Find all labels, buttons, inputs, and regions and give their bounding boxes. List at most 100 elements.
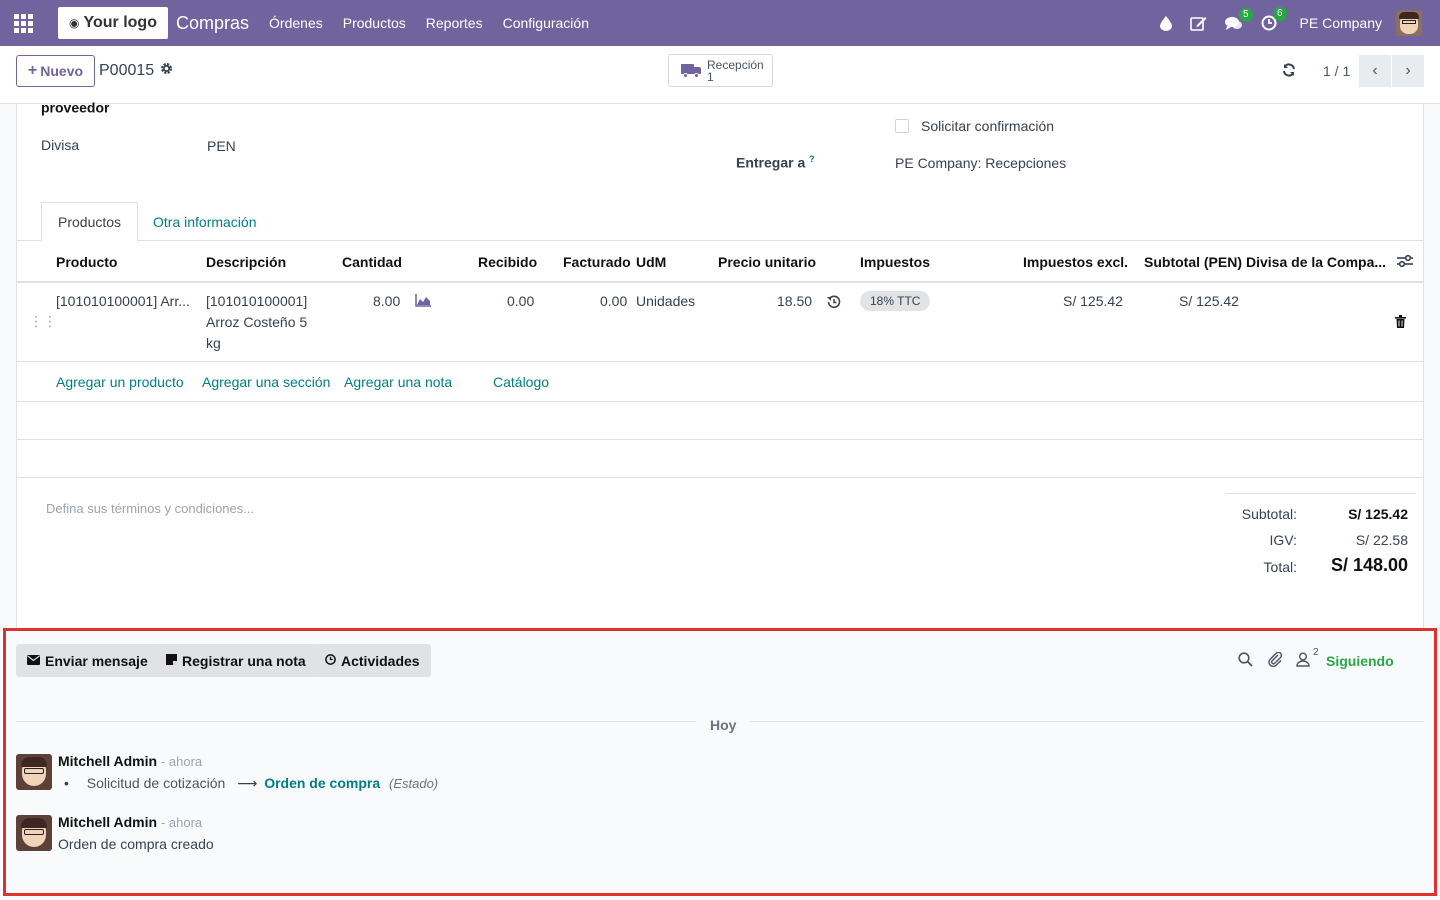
add-product-link[interactable]: Agregar un producto [56, 374, 184, 390]
deliver-to-field[interactable]: PE Company: Recepciones [895, 155, 1066, 171]
form-sheet: proveedor Divisa PEN Solicitar confirmac… [16, 100, 1424, 628]
pager-value[interactable]: 1 / 1 [1323, 63, 1350, 79]
empty-row [17, 402, 1423, 440]
column-header-producto[interactable]: Producto [56, 254, 117, 270]
cell-description-line1[interactable]: [101010100001] [206, 293, 307, 309]
tax-tag[interactable]: 18% TTC [860, 291, 931, 311]
notebook-tabs: Productos Otra información [17, 202, 1423, 242]
activities-badge: 6 [1272, 7, 1287, 21]
apps-menu-icon[interactable] [0, 0, 46, 46]
add-note-link[interactable]: Agregar una nota [344, 374, 452, 390]
user-avatar[interactable] [1396, 10, 1422, 36]
column-header-impuestos[interactable]: Impuestos [860, 254, 930, 270]
activities-icon[interactable]: 6 [1261, 7, 1287, 31]
column-header-precio-unitario[interactable]: Precio unitario [718, 254, 816, 270]
pager-previous-button[interactable]: ‹ [1359, 55, 1391, 87]
chevron-right-icon: › [1405, 62, 1411, 79]
column-header-cantidad[interactable]: Cantidad [342, 254, 402, 270]
arrow-right-icon: ⟶ [237, 775, 258, 791]
column-header-facturado[interactable]: Facturado [563, 254, 631, 270]
tracking-field-name: (Estado) [389, 776, 439, 791]
forecast-chart-icon[interactable] [415, 294, 431, 310]
column-header-recibido[interactable]: Recibido [478, 254, 537, 270]
cell-description-line2[interactable]: Arroz Costeño 5 [206, 314, 307, 330]
subtotal-label: Subtotal: [1241, 506, 1297, 522]
smart-button-count: 1 [707, 69, 714, 84]
cell-quantity[interactable]: 8.00 [373, 293, 400, 309]
gear-icon[interactable] [160, 62, 173, 78]
order-lines-header: Producto Descripción Cantidad Recibido F… [17, 241, 1423, 283]
tax-label: IGV: [1269, 532, 1298, 548]
clock-icon [325, 653, 336, 668]
message-body: Orden de compra creado [58, 836, 214, 852]
tab-productos[interactable]: Productos [41, 202, 139, 242]
message-time: - ahora [160, 754, 203, 769]
column-header-udm[interactable]: UdM [636, 254, 666, 270]
receipt-smart-button[interactable]: Recepción 1 [668, 54, 773, 87]
paperclip-icon[interactable] [1268, 651, 1283, 671]
pager-next-button[interactable]: › [1392, 55, 1424, 87]
cell-invoiced[interactable]: 0.00 [600, 293, 627, 309]
send-message-button[interactable]: Enviar mensaje [16, 644, 159, 677]
column-header-impuestos-excl[interactable]: Impuestos excl. [1023, 254, 1128, 270]
currency-field[interactable]: PEN [207, 138, 236, 154]
message-author[interactable]: Mitchell Admin - ahora [58, 814, 202, 830]
message-author[interactable]: Mitchell Admin - ahora [58, 753, 202, 769]
ask-confirmation-checkbox[interactable] [895, 119, 909, 133]
cell-uom[interactable]: Unidades [636, 293, 695, 309]
menu-ordenes[interactable]: Órdenes [269, 15, 323, 31]
total-label: Total: [1263, 559, 1297, 575]
camera-icon: ◉ [69, 16, 80, 30]
company-logo: ◉ Your logo [58, 7, 168, 39]
refresh-icon[interactable] [1282, 63, 1296, 81]
edit-icon[interactable] [1189, 16, 1207, 31]
total-value: S/ 148.00 [1330, 555, 1408, 575]
search-icon[interactable] [1238, 652, 1253, 671]
log-note-button[interactable]: Registrar una nota [155, 644, 317, 677]
followers-icon[interactable]: 2 [1296, 647, 1319, 671]
following-button[interactable]: Siguiendo [1326, 653, 1394, 669]
menu-configuracion[interactable]: Configuración [503, 15, 589, 31]
avatar[interactable] [16, 815, 52, 851]
history-icon[interactable] [827, 295, 841, 312]
subtotal-value: S/ 125.42 [1348, 506, 1408, 522]
cell-unit-price[interactable]: 18.50 [777, 293, 812, 309]
tracking-old-value: Solicitud de cotización [86, 775, 226, 791]
app-name[interactable]: Compras [176, 13, 249, 34]
terms-conditions-field[interactable]: Defina sus términos y condiciones... [46, 501, 254, 516]
totals-summary: Subtotal: S/ 125.42 IGV: S/ 22.58 Total:… [1226, 493, 1416, 575]
drag-handle-icon[interactable]: ⋮⋮ [29, 313, 57, 330]
activities-button[interactable]: Actividades [314, 644, 431, 677]
tab-otra-informacion[interactable]: Otra información [137, 202, 272, 241]
company-switcher[interactable]: PE Company [1300, 15, 1382, 31]
cell-subtotal[interactable]: S/ 125.42 [1179, 293, 1239, 309]
messages-badge: 5 [1238, 7, 1253, 22]
menu-productos[interactable]: Productos [343, 15, 406, 31]
note-icon [166, 653, 177, 668]
currency-label: Divisa [41, 137, 80, 153]
vendor-label: proveedor [41, 99, 110, 116]
table-row[interactable]: ⋮⋮ [101010100001] Arr... [101010100001] … [17, 283, 1423, 362]
cell-tax-excluded[interactable]: S/ 125.42 [1063, 293, 1123, 309]
add-section-link[interactable]: Agregar una sección [202, 374, 330, 390]
column-header-descripcion[interactable]: Descripción [206, 254, 286, 270]
smart-button-label: Recepción [707, 57, 764, 72]
optional-columns-icon[interactable] [1397, 254, 1413, 271]
empty-row [17, 440, 1423, 478]
control-panel: + Nuevo P00015 Recepción 1 1 / 1 ‹ › [0, 46, 1440, 104]
cell-product[interactable]: [101010100001] Arr... [56, 293, 190, 309]
column-header-subtotal[interactable]: Subtotal (PEN) [1144, 254, 1242, 270]
new-button[interactable]: + Nuevo [16, 55, 95, 87]
envelope-icon [27, 654, 40, 668]
menu-reportes[interactable]: Reportes [426, 15, 483, 31]
messages-icon[interactable]: 5 [1224, 7, 1253, 31]
drop-icon[interactable] [1159, 15, 1172, 31]
trash-icon[interactable] [1395, 315, 1406, 331]
cell-description-line3[interactable]: kg [206, 335, 221, 351]
avatar[interactable] [16, 754, 52, 790]
column-header-divisa-compania[interactable]: Divisa de la Compa... [1246, 254, 1386, 270]
tax-value: S/ 22.58 [1355, 532, 1408, 548]
cell-received[interactable]: 0.00 [507, 293, 534, 309]
catalog-link[interactable]: Catálogo [493, 374, 549, 390]
help-tooltip-icon[interactable]: ? [809, 154, 815, 164]
